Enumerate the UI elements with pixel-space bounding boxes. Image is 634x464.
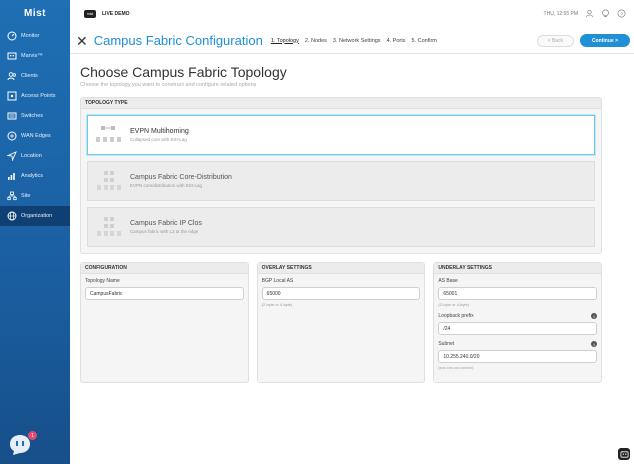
bgp-local-as-label: BGP Local AS — [262, 278, 421, 284]
step-topology[interactable]: 1. Topology — [271, 38, 299, 44]
sidebar-item-label: Organization — [21, 213, 53, 219]
overlay-header: OVERLAY SETTINGS — [257, 263, 425, 274]
marvis-chat-icon[interactable] — [618, 448, 630, 460]
sidebar-item-label: Clients — [21, 73, 38, 79]
continue-button[interactable]: Continue > — [580, 34, 630, 47]
underlay-header: UNDERLAY SETTINGS — [434, 263, 602, 274]
sidebar-item-label: Monitor — [21, 33, 40, 39]
configuration-panel: CONFIGURATION Topology Name CampusFabric — [80, 262, 249, 383]
page-subtitle: Choose the topology you want to construc… — [80, 82, 257, 88]
overlay-panel: OVERLAY SETTINGS BGP Local AS 65000 (2-b… — [256, 262, 426, 383]
subnet-label: Subnet i — [438, 341, 598, 347]
wan-edge-icon — [6, 131, 17, 142]
sidebar-item-monitor[interactable]: Monitor — [0, 26, 70, 46]
site-icon — [6, 191, 17, 202]
close-icon[interactable]: ✕ — [76, 34, 88, 48]
lightbulb-icon[interactable] — [601, 9, 610, 20]
topology-option-ip-clos[interactable]: Campus Fabric IP Clos Campus fabric with… — [87, 207, 595, 247]
settings-row: CONFIGURATION Topology Name CampusFabric… — [80, 262, 603, 383]
topology-option-name: Campus Fabric IP Clos — [130, 220, 202, 227]
sidebar-item-site[interactable]: Site — [0, 186, 70, 206]
bgp-local-as-input[interactable]: 65000 — [261, 287, 421, 300]
chat-badge: 1 — [28, 431, 37, 440]
evpn-multihoming-icon — [96, 126, 121, 142]
topology-name-label: Topology Name — [85, 278, 244, 284]
sidebar: Mist Monitor Marvis™ Clients Access Poin… — [0, 0, 70, 464]
as-base-label: AS Base — [438, 278, 597, 284]
topology-option-desc: EVPN core/distribution with ESI-Lag — [130, 183, 203, 188]
marvis-icon — [6, 51, 17, 62]
clients-icon — [6, 71, 17, 82]
org-name[interactable]: LIVE DEMO — [102, 11, 130, 17]
info-icon[interactable]: i — [591, 341, 598, 347]
svg-text:?: ? — [620, 11, 623, 16]
as-base-input[interactable]: 65001 — [438, 287, 598, 300]
step-network-settings[interactable]: 3. Network Settings — [333, 38, 381, 44]
topology-option-name: Campus Fabric Core-Distribution — [130, 174, 232, 181]
topology-option-desc: Collapsed core with ESI-Lag — [130, 137, 187, 142]
topology-option-desc: Campus fabric with L3 at the edge — [130, 229, 199, 234]
step-confirm[interactable]: 5. Confirm — [412, 38, 437, 44]
page-title: Choose Campus Fabric Topology — [80, 64, 287, 80]
organization-icon — [6, 211, 17, 222]
mist-logo[interactable]: Mist — [0, 0, 70, 26]
user-icon[interactable] — [585, 9, 594, 20]
topology-name-input[interactable]: CampusFabric — [85, 287, 244, 300]
sidebar-item-switches[interactable]: Switches — [0, 106, 70, 126]
subnet-hint: (xxx.xxx.xxx.xxx/xx) — [438, 365, 474, 370]
sidebar-item-wan-edges[interactable]: WAN Edges — [0, 126, 70, 146]
help-icon[interactable]: ? — [617, 9, 626, 20]
sidebar-item-analytics[interactable]: Analytics — [0, 166, 70, 186]
configuration-header: CONFIGURATION — [81, 263, 248, 274]
underlay-panel: UNDERLAY SETTINGS AS Base 65001 (2-byte … — [433, 262, 603, 383]
sidebar-item-label: Access Points — [21, 93, 56, 99]
analytics-icon — [6, 171, 17, 182]
topology-option-name: EVPN Multihoming — [130, 128, 189, 135]
loopback-prefix-label: Loopback prefix i — [438, 313, 598, 319]
bgp-local-as-hint: (2-byte or 4-byte) — [261, 302, 293, 307]
access-point-icon — [6, 91, 17, 102]
back-button[interactable]: < Back — [536, 34, 575, 47]
subnet-label-text: Subnet — [438, 341, 455, 347]
topology-header: TOPOLOGY TYPE — [81, 98, 601, 109]
wizard-title: Campus Fabric Configuration — [93, 33, 263, 48]
datetime: THU, 12:55 PM — [543, 11, 578, 17]
loopback-prefix-label-text: Loopback prefix — [438, 313, 474, 319]
main-content: Choose Campus Fabric Topology Choose the… — [80, 58, 603, 383]
sidebar-item-organization[interactable]: Organization — [0, 206, 70, 226]
sidebar-item-label: WAN Edges — [21, 133, 51, 139]
bgp-local-as-label-text: BGP Local AS — [261, 278, 294, 284]
step-nodes[interactable]: 2. Nodes — [305, 38, 327, 44]
as-base-label-text: AS Base — [438, 278, 458, 284]
topbar-right: THU, 12:55 PM ? — [544, 9, 626, 20]
sidebar-item-marvis[interactable]: Marvis™ — [0, 46, 70, 66]
wizard-header: ✕ Campus Fabric Configuration 1. Topolog… — [70, 28, 634, 54]
switches-icon — [6, 111, 17, 122]
as-base-hint: (2-byte or 4-byte) — [438, 302, 470, 307]
sidebar-item-label: Switches — [21, 113, 44, 119]
sidebar-item-label: Site — [21, 193, 31, 199]
sidebar-item-access-points[interactable]: Access Points — [0, 86, 70, 106]
sidebar-item-label: Location — [21, 153, 42, 159]
monitor-icon — [6, 31, 17, 42]
sidebar-item-clients[interactable]: Clients — [0, 66, 70, 86]
ip-clos-icon — [97, 217, 121, 236]
topology-option-core-distribution[interactable]: Campus Fabric Core-Distribution EVPN cor… — [87, 161, 595, 201]
core-distribution-icon — [97, 171, 121, 190]
topology-name-label-text: Topology Name — [85, 278, 120, 284]
topology-option-evpn-multihoming[interactable]: EVPN Multihoming Collapsed core with ESI… — [87, 115, 595, 155]
topology-panel: TOPOLOGY TYPE EVPN Multihoming Collapsed… — [80, 97, 602, 254]
sidebar-item-location[interactable]: Location — [0, 146, 70, 166]
sidebar-item-label: Analytics — [21, 173, 44, 179]
step-ports[interactable]: 4. Ports — [387, 38, 406, 44]
logo-text: Mist — [24, 7, 46, 19]
loopback-prefix-input[interactable]: /24 — [438, 322, 598, 335]
org-logo: mist — [84, 10, 96, 18]
subnet-input[interactable]: 10.255.240.0/20 — [438, 350, 598, 363]
sidebar-item-label: Marvis™ — [21, 53, 43, 59]
top-bar: mist LIVE DEMO THU, 12:55 PM ? — [70, 0, 634, 28]
info-icon[interactable]: i — [591, 313, 598, 319]
location-icon — [6, 151, 17, 162]
